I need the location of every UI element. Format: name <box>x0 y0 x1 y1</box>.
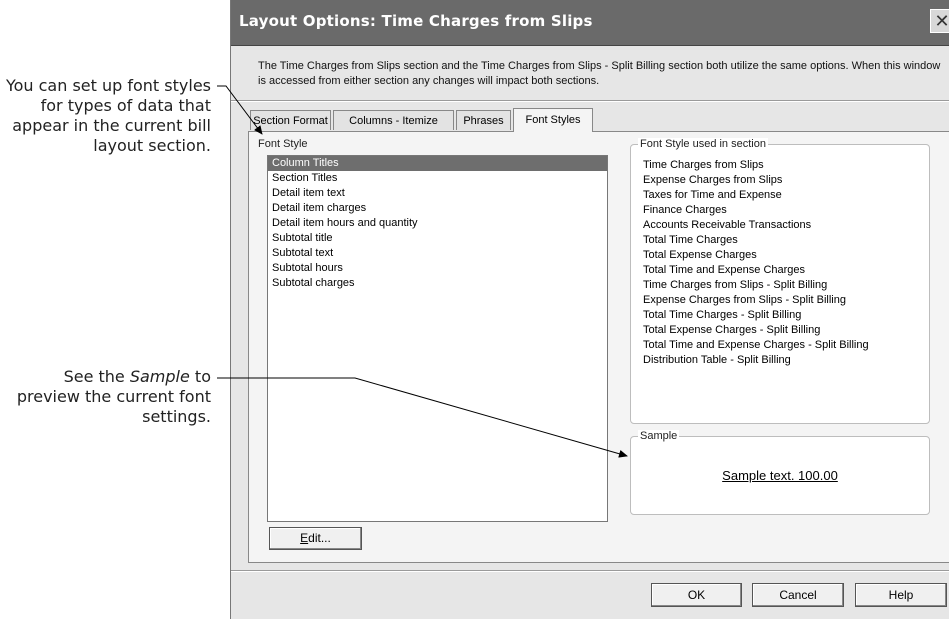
tab-section-format[interactable]: Section Format <box>250 110 331 130</box>
section-item: Taxes for Time and Expense <box>643 189 782 201</box>
list-item-column-titles[interactable]: Column Titles <box>268 156 607 171</box>
callout-font-styles: You can set up font styles for types of … <box>5 76 211 155</box>
tab-columns-itemize[interactable]: Columns - Itemize <box>333 110 454 130</box>
used-in-section-label: Font Style used in section <box>638 138 768 150</box>
help-button[interactable]: Help <box>855 583 947 607</box>
edit-label: dit... <box>308 531 331 545</box>
sample-text: Sample text. 100.00 <box>722 468 838 483</box>
callout-sample: See the Sample to preview the current fo… <box>0 367 211 427</box>
section-description: The Time Charges from Slips section and … <box>258 60 941 87</box>
ok-button[interactable]: OK <box>651 583 742 607</box>
cancel-button[interactable]: Cancel <box>752 583 844 607</box>
list-item-section-titles[interactable]: Section Titles <box>268 171 607 186</box>
close-icon[interactable]: ✕ <box>930 9 949 33</box>
top-separator <box>231 100 949 102</box>
section-item: Total Expense Charges <box>643 249 757 261</box>
list-item-detail-item-hours[interactable]: Detail item hours and quantity <box>268 216 607 231</box>
tab-phrases[interactable]: Phrases <box>456 110 511 130</box>
bottom-separator <box>231 570 949 572</box>
section-item: Expense Charges from Slips - Split Billi… <box>643 294 846 306</box>
font-style-group-label: Font Style <box>256 138 310 150</box>
section-item: Total Time and Expense Charges <box>643 264 806 276</box>
layout-options-dialog: Layout Options: Time Charges from Slips … <box>230 0 949 619</box>
list-item-detail-item-charges[interactable]: Detail item charges <box>268 201 607 216</box>
section-item: Expense Charges from Slips <box>643 174 783 186</box>
section-item: Time Charges from Slips - Split Billing <box>643 279 828 291</box>
section-item: Time Charges from Slips <box>643 159 764 171</box>
callout-sample-em: Sample <box>129 367 190 386</box>
list-item-detail-item-text[interactable]: Detail item text <box>268 186 607 201</box>
section-item: Total Expense Charges - Split Billing <box>643 324 821 336</box>
sample-box: Sample text. 100.00 <box>630 436 930 515</box>
section-item: Finance Charges <box>643 204 727 216</box>
font-style-list[interactable]: Column Titles Section Titles Detail item… <box>267 155 608 522</box>
edit-button[interactable]: Edit... <box>269 527 362 550</box>
section-item: Distribution Table - Split Billing <box>643 354 791 366</box>
used-in-section-list: Time Charges from Slips Expense Charges … <box>643 158 869 368</box>
list-item-subtotal-title[interactable]: Subtotal title <box>268 231 607 246</box>
window-title: Layout Options: Time Charges from Slips <box>239 12 593 30</box>
section-item: Accounts Receivable Transactions <box>643 219 812 231</box>
list-item-subtotal-hours[interactable]: Subtotal hours <box>268 261 607 276</box>
list-item-subtotal-charges[interactable]: Subtotal charges <box>268 276 607 291</box>
section-item: Total Time Charges - Split Billing <box>643 309 802 321</box>
list-item-subtotal-text[interactable]: Subtotal text <box>268 246 607 261</box>
section-item: Total Time and Expense Charges - Split B… <box>643 339 869 351</box>
callout-sample-prefix: See the <box>63 367 130 386</box>
section-item: Total Time Charges <box>643 234 738 246</box>
used-in-section-box: Time Charges from Slips Expense Charges … <box>630 144 930 424</box>
edit-mnemonic: E <box>300 531 309 545</box>
font-styles-panel: Font Style Column Titles Section Titles … <box>248 131 949 563</box>
sample-label: Sample <box>638 430 680 442</box>
title-bar[interactable]: Layout Options: Time Charges from Slips … <box>231 0 949 46</box>
tab-font-styles[interactable]: Font Styles <box>513 108 593 132</box>
